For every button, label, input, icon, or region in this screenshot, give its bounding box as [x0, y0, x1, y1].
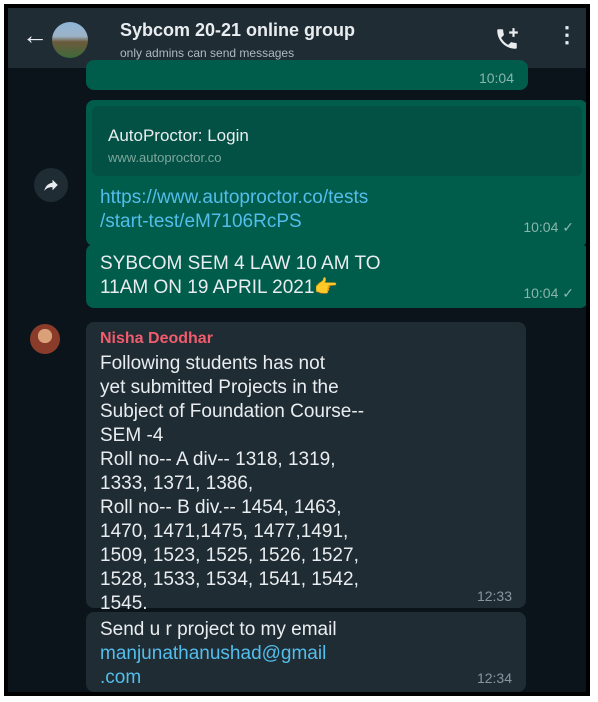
- message-time: 10:04 ✓: [523, 285, 574, 302]
- message-bubble[interactable]: Send u r project to my email manjunathan…: [86, 612, 526, 692]
- message-line: SEM -4: [100, 425, 164, 446]
- group-subtitle: only admins can send messages: [120, 46, 295, 60]
- link-preview-domain: www.autoproctor.co: [108, 150, 222, 165]
- link-preview-card[interactable]: AutoProctor: Login www.autoproctor.co: [92, 106, 582, 176]
- message-time: 12:33: [476, 588, 512, 604]
- message-line-text: 11AM ON 19 APRIL 2021: [100, 277, 315, 298]
- message-line: Subject of Foundation Course--: [100, 401, 365, 422]
- sent-tick-icon: ✓: [562, 219, 574, 235]
- link-preview-title: AutoProctor: Login: [108, 126, 249, 145]
- message-link[interactable]: https://www.autoproctor.co/tests /start-…: [100, 186, 540, 234]
- link-url-line: /start-test/eM7106RcPS: [100, 211, 302, 232]
- sent-tick-icon: ✓: [562, 285, 574, 301]
- forward-button[interactable]: [34, 168, 68, 202]
- message-line: Send u r project to my email: [100, 619, 337, 640]
- sender-name[interactable]: Nisha Deodhar: [100, 330, 213, 348]
- email-line: .com: [100, 667, 142, 688]
- time-value: 10:04: [523, 219, 559, 235]
- message-line: SYBCOM SEM 4 LAW 10 AM TO: [100, 253, 381, 274]
- message-text: Following students has not yet submitted…: [100, 352, 364, 616]
- message-text: Send u r project to my email manjunathan…: [100, 618, 337, 690]
- sender-avatar[interactable]: [30, 324, 60, 354]
- add-call-icon[interactable]: [494, 26, 520, 52]
- message-line: 1333, 1371, 1386,: [100, 473, 254, 494]
- link-url-line: https://www.autoproctor.co/tests: [100, 187, 369, 208]
- chat-window: ← Sybcom 20-21 online group only admins …: [4, 4, 590, 696]
- message-line: Roll no-- B div.-- 1454, 1463,: [100, 497, 342, 518]
- forward-icon: [44, 179, 58, 191]
- message-bubble[interactable]: Nisha Deodhar Following students has not…: [86, 322, 526, 614]
- message-time: 12:34: [476, 670, 512, 686]
- message-line: 1470, 1471,1475, 1477,1491,: [100, 521, 349, 542]
- chat-header: ← Sybcom 20-21 online group only admins …: [8, 8, 586, 68]
- message-line: 1509, 1523, 1525, 1526, 1527,: [100, 545, 359, 566]
- message-time: 10:04 ✓: [523, 219, 574, 236]
- message-line: Following students has not: [100, 353, 325, 374]
- group-title[interactable]: Sybcom 20-21 online group: [120, 20, 355, 41]
- pointing-right-emoji: 👉: [314, 277, 339, 298]
- group-avatar[interactable]: [52, 22, 88, 58]
- arrow-left-icon[interactable]: ←: [22, 22, 48, 48]
- message-line: yet submitted Projects in the: [100, 377, 339, 398]
- email-link[interactable]: manjunathanushad@gmail .com: [100, 642, 337, 690]
- message-line: 1528, 1533, 1534, 1541, 1542,: [100, 569, 359, 590]
- more-vertical-icon[interactable]: ⋮: [556, 24, 578, 46]
- email-line: manjunathanushad@gmail: [100, 643, 327, 664]
- time-value: 10:04: [523, 285, 559, 301]
- message-bubble[interactable]: 10:04: [86, 60, 528, 90]
- message-text: SYBCOM SEM 4 LAW 10 AM TO 11AM ON 19 APR…: [100, 252, 381, 300]
- message-bubble[interactable]: SYBCOM SEM 4 LAW 10 AM TO 11AM ON 19 APR…: [86, 244, 586, 308]
- message-bubble[interactable]: AutoProctor: Login www.autoproctor.co ht…: [86, 100, 586, 246]
- message-time: 10:04: [478, 70, 514, 86]
- message-line: Roll no-- A div-- 1318, 1319,: [100, 449, 336, 470]
- message-line: 11AM ON 19 APRIL 2021👉: [100, 276, 381, 300]
